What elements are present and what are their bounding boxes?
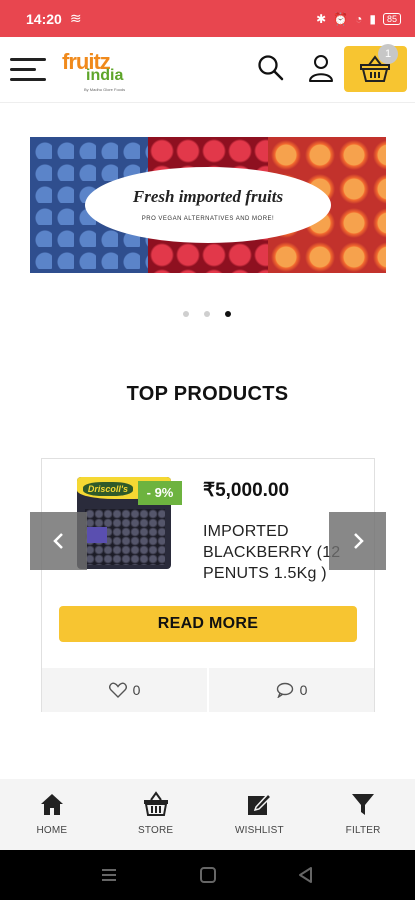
comment-count: 0 xyxy=(299,682,308,698)
carousel-next-button[interactable] xyxy=(329,512,386,570)
nav-label: HOME xyxy=(36,825,68,836)
banner-title: Fresh imported fruits xyxy=(132,187,284,206)
cart-count-badge: 1 xyxy=(378,44,398,64)
data-saver-icon: ≋ xyxy=(69,10,82,26)
brand-logo[interactable]: fruitz india By Madhu Glore Foods xyxy=(62,49,132,93)
back-icon[interactable] xyxy=(297,866,315,884)
logo-tagline: By Madhu Glore Foods xyxy=(84,87,126,92)
brand-label: Driscoll's xyxy=(83,482,133,496)
carousel-dot[interactable] xyxy=(204,311,210,317)
signal-icon: ▮ xyxy=(369,11,376,26)
comment-button[interactable]: 0 xyxy=(207,668,374,712)
carousel-prev-button[interactable] xyxy=(30,512,87,570)
nav-store[interactable]: STORE xyxy=(104,779,208,850)
like-button[interactable]: 0 xyxy=(42,668,207,712)
nav-label: STORE xyxy=(137,825,174,836)
filter-icon xyxy=(352,794,375,815)
home-icon xyxy=(40,794,63,815)
product-price: ₹5,000.00 xyxy=(203,480,290,501)
chevron-left-icon xyxy=(52,533,63,549)
status-bar: 14:20 ≋ ✱ ⏰ ◔ ▮ 85 xyxy=(0,0,415,37)
heart-icon xyxy=(108,682,127,698)
bottom-navigation: HOME STORE WISHLIST FILTER xyxy=(0,779,415,850)
nav-label: WISHLIST xyxy=(234,825,284,836)
battery-icon: 85 xyxy=(382,12,401,25)
user-icon[interactable] xyxy=(305,52,337,84)
section-title: TOP PRODUCTS xyxy=(126,383,289,405)
chevron-right-icon xyxy=(353,533,364,549)
carousel-dots xyxy=(183,311,231,317)
carousel-dot-active[interactable] xyxy=(225,311,231,317)
status-time: 14:20 xyxy=(26,10,62,27)
search-icon[interactable] xyxy=(255,52,287,84)
product-card: Driscoll's - 9% ₹5,000.00 IMPORTED BLACK… xyxy=(41,458,375,712)
menu-icon[interactable] xyxy=(10,55,46,83)
like-count: 0 xyxy=(132,682,141,698)
read-more-button[interactable]: READ MORE xyxy=(59,606,357,642)
nav-wishlist[interactable]: WISHLIST xyxy=(208,779,312,850)
home-system-icon[interactable] xyxy=(199,866,217,884)
comment-icon xyxy=(276,682,293,698)
promo-banner[interactable]: Fresh imported fruits PRO VEGAN ALTERNAT… xyxy=(30,137,386,273)
status-icons: ✱ ⏰ ◔ ▮ 85 xyxy=(316,12,401,26)
alarm-icon: ⏰ xyxy=(333,11,349,26)
recent-apps-icon[interactable] xyxy=(100,867,118,883)
nav-filter[interactable]: FILTER xyxy=(311,779,415,850)
edit-icon xyxy=(248,792,273,815)
wifi-icon: ◔ xyxy=(355,11,363,26)
bluetooth-icon: ✱ xyxy=(316,11,327,26)
card-actions: 0 0 xyxy=(42,668,374,712)
nav-home[interactable]: HOME xyxy=(0,779,104,850)
app-header: fruitz india By Madhu Glore Foods 1 xyxy=(0,37,415,103)
logo-text-bottom: india xyxy=(86,67,124,84)
nav-label: FILTER xyxy=(345,825,381,836)
banner-caption: Fresh imported fruits PRO VEGAN ALTERNAT… xyxy=(85,167,331,243)
system-navigation-bar xyxy=(0,850,415,900)
discount-badge: - 9% xyxy=(138,481,182,505)
carousel-dot[interactable] xyxy=(183,311,189,317)
store-basket-icon xyxy=(143,791,168,816)
banner-subtitle: PRO VEGAN ALTERNATIVES AND MORE! xyxy=(141,216,275,222)
